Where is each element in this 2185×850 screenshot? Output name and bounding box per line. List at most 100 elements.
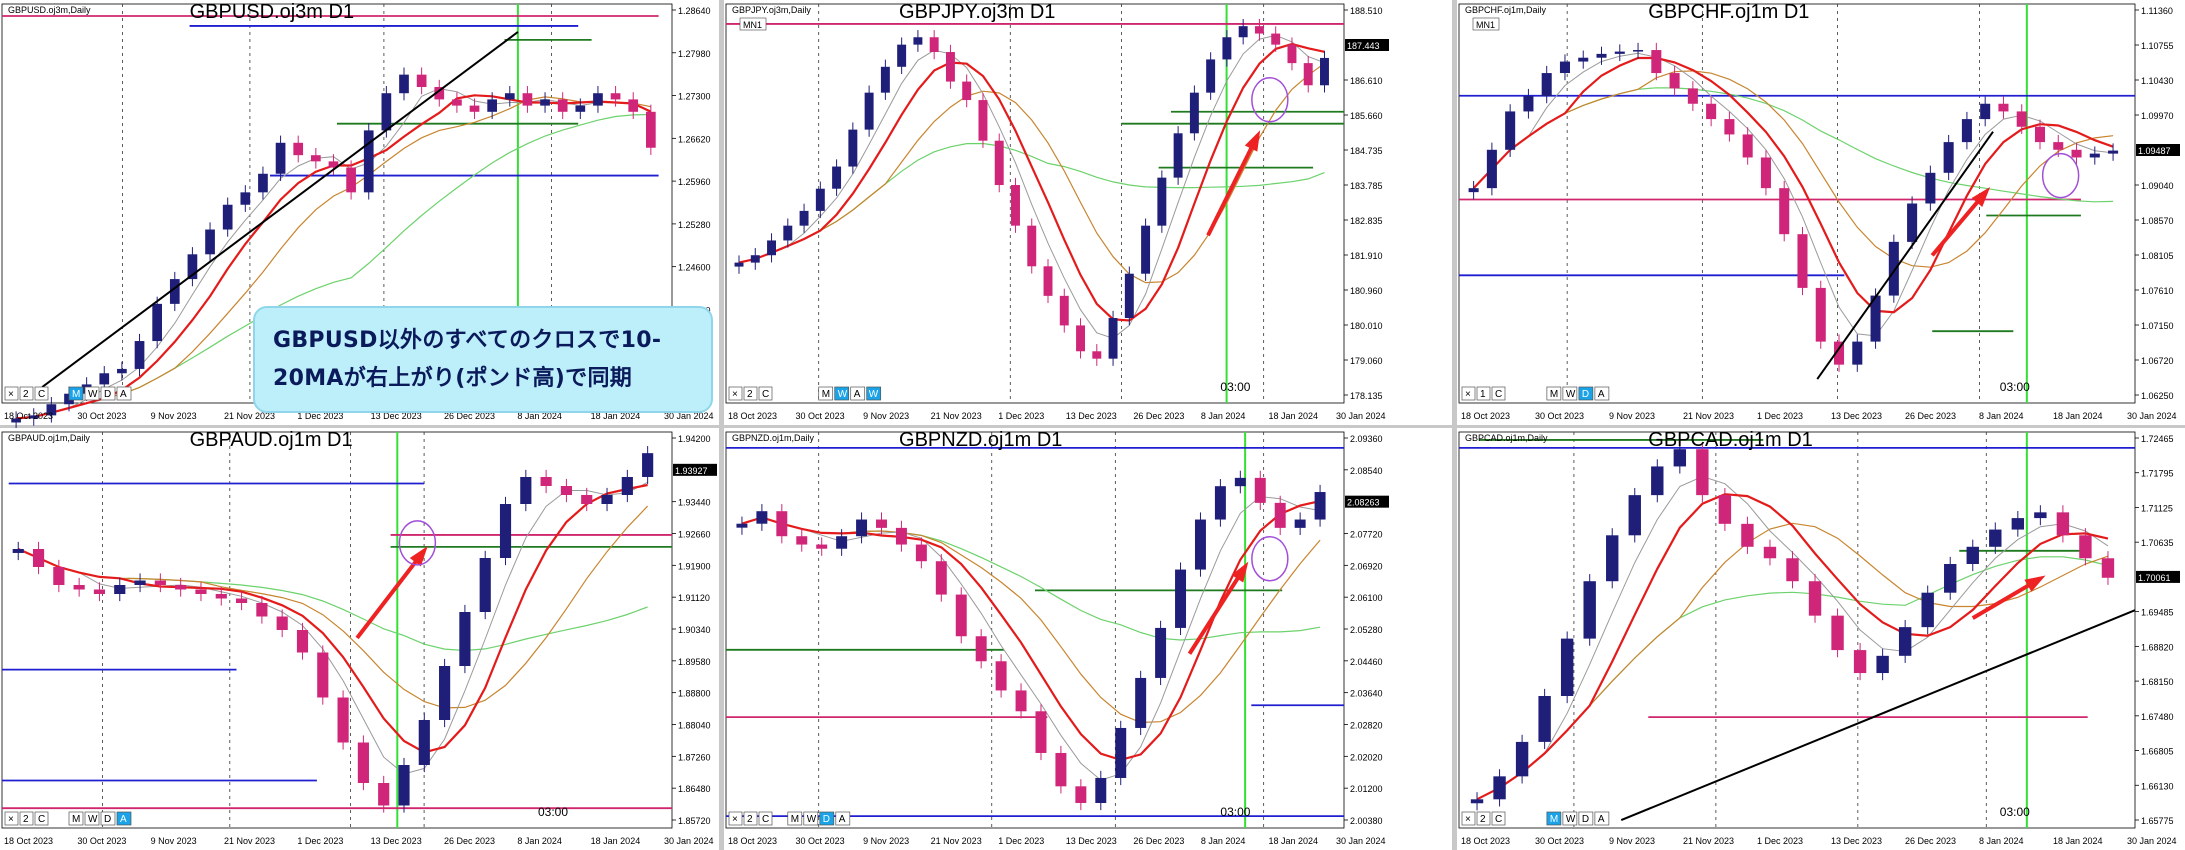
- timeframe-button-label: M: [791, 814, 799, 825]
- price-axis-label: 1.27980: [678, 49, 711, 59]
- panel-background: [0, 428, 719, 850]
- chart-title: GBPAUD.oj1m D1: [190, 429, 353, 451]
- candle-body: [1687, 88, 1698, 104]
- candle-body: [856, 519, 868, 537]
- candle-body: [1287, 44, 1297, 64]
- toolbar-icon: ×: [8, 389, 14, 400]
- price-axis-label: 1.09040: [2141, 181, 2174, 191]
- candle-body: [134, 580, 146, 585]
- candle-body: [1925, 172, 1936, 204]
- candle-body: [1628, 495, 1641, 536]
- candle-body: [1760, 157, 1771, 189]
- price-axis-label: 1.88800: [678, 689, 711, 699]
- mn-label: MN1: [743, 20, 762, 30]
- candle-body: [1651, 466, 1664, 496]
- price-axis-label: 2.08540: [1350, 466, 1383, 476]
- toolbar-icon: ×: [1465, 389, 1471, 400]
- candle-body: [1786, 558, 1799, 582]
- candle-body: [897, 44, 907, 67]
- time-axis-label: 1 Dec 2023: [998, 836, 1044, 846]
- candle-body: [504, 93, 515, 100]
- candle-body: [2079, 535, 2092, 559]
- candle-body: [1468, 188, 1479, 193]
- time-axis-label: 18 Jan 2024: [1268, 411, 1318, 421]
- time-axis-label: 8 Jan 2024: [517, 836, 562, 846]
- candle-body: [2034, 512, 2047, 519]
- timeframe-button-label: W: [1566, 389, 1576, 400]
- time-axis-label: 13 Dec 2023: [371, 836, 422, 846]
- candle-body: [1194, 519, 1206, 570]
- time-axis-label: 18 Oct 2023: [728, 411, 777, 421]
- candle-body: [1763, 546, 1777, 559]
- price-axis-label: 1.72465: [2141, 434, 2174, 444]
- panel-background: [724, 428, 1405, 850]
- candle-body: [1583, 581, 1596, 639]
- current-price-label: 1.09487: [2138, 146, 2171, 156]
- price-axis-label: 1.88040: [678, 721, 711, 731]
- candle-body: [1523, 96, 1534, 112]
- time-axis-label: 26 Dec 2023: [1133, 411, 1184, 421]
- time-axis-label: 30 Jan 2024: [1336, 836, 1386, 846]
- candle-body: [783, 225, 793, 241]
- price-axis-label: 2.05280: [1350, 625, 1383, 635]
- panel-background: [724, 0, 1405, 425]
- candle-body: [978, 100, 988, 141]
- candle-body: [2101, 558, 2115, 578]
- time-axis-label: 30 Oct 2023: [1535, 411, 1584, 421]
- timeframe-button-label: A: [1598, 814, 1605, 825]
- time-axis-label: 13 Dec 2023: [1831, 411, 1882, 421]
- session-time-label: 03:00: [1220, 805, 1250, 819]
- toolbar-icon: C: [38, 389, 45, 400]
- time-axis-label: 30 Oct 2023: [77, 836, 126, 846]
- candle-body: [1059, 295, 1069, 326]
- timeframe-button-label: W: [1566, 814, 1576, 825]
- symbol-label: GBPCAD.oj1m,Daily: [1465, 433, 1548, 443]
- candle-body: [1515, 741, 1529, 777]
- candle-body: [1651, 50, 1662, 74]
- candle-body: [935, 561, 947, 595]
- candle-body: [1486, 149, 1497, 189]
- toolbar-icon: 2: [747, 389, 753, 400]
- price-axis-label: 1.66130: [2141, 781, 2174, 791]
- time-axis-label: 30 Jan 2024: [2127, 411, 2177, 421]
- candle-body: [1998, 103, 2009, 112]
- candle-body: [848, 129, 858, 167]
- candle-body: [32, 549, 45, 567]
- timeframe-button-label: M: [822, 389, 830, 400]
- time-axis-label: 9 Nov 2023: [1609, 836, 1655, 846]
- symbol-label: GBPUSD.oj3m,Daily: [8, 5, 91, 15]
- chart-panel-3: GBPCHF.oj1m,Daily GBPCHF.oj1m D1 MN1 1.1136…: [1457, 0, 2185, 425]
- toolbar-icon: 1: [1480, 389, 1486, 400]
- toolbar-icon: ×: [1465, 814, 1471, 825]
- time-axis-label: 30 Jan 2024: [1336, 411, 1386, 421]
- candle-body: [1092, 351, 1102, 359]
- candle-body: [1141, 225, 1151, 274]
- time-axis-label: 26 Dec 2023: [444, 836, 495, 846]
- time-axis-label: 18 Jan 2024: [2053, 411, 2103, 421]
- timeframe-button-label: D: [1582, 814, 1589, 825]
- time-axis-label: 26 Dec 2023: [1133, 836, 1184, 846]
- session-time-label: 03:00: [538, 805, 568, 819]
- candle-body: [452, 99, 462, 106]
- candle-body: [296, 630, 309, 653]
- toolbar-icon: C: [38, 814, 45, 825]
- price-axis-label: 1.71795: [2141, 469, 2174, 479]
- candle-body: [520, 477, 532, 504]
- price-axis-label: 1.09970: [2141, 111, 2174, 121]
- price-axis-label: 1.26620: [678, 134, 711, 144]
- candle-body: [915, 544, 927, 562]
- candle-body: [1155, 627, 1167, 678]
- panel-separator-h: [0, 425, 2185, 428]
- candle-body: [337, 697, 349, 743]
- candle-body: [610, 93, 621, 100]
- timeframe-button-label: W: [88, 814, 98, 825]
- candle-body: [601, 495, 613, 504]
- candle-body: [1696, 449, 1709, 496]
- price-axis-label: 1.93440: [678, 498, 711, 508]
- candle-body: [487, 99, 498, 112]
- candle-body: [2071, 149, 2082, 158]
- candle-body: [1943, 142, 1954, 173]
- symbol-label: GBPJPY.oj3m,Daily: [732, 5, 811, 15]
- symbol-label: GBPAUD.oj1m,Daily: [8, 433, 90, 443]
- price-axis-label: 1.91900: [678, 561, 711, 571]
